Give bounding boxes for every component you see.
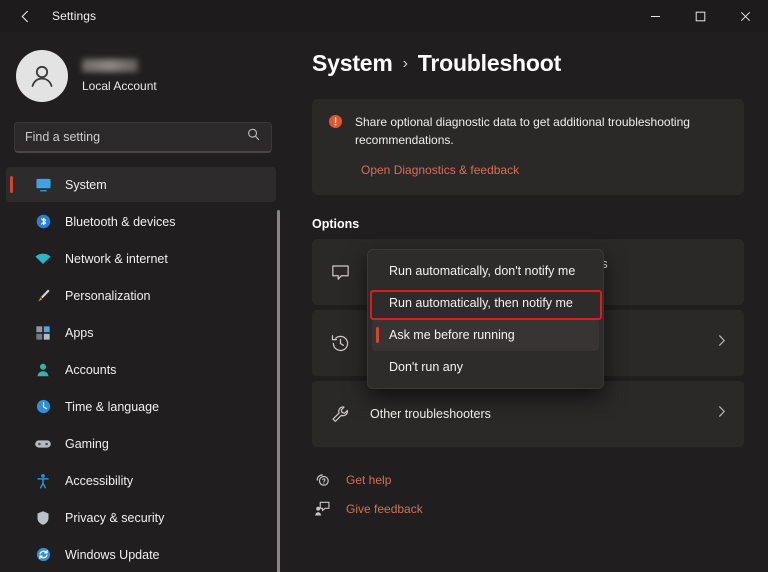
- wifi-icon: [34, 250, 52, 268]
- sidebar-item-windows-update[interactable]: Windows Update: [6, 537, 276, 572]
- breadcrumb-parent[interactable]: System: [312, 50, 393, 77]
- window-controls: [633, 0, 768, 32]
- sidebar-item-accounts[interactable]: Accounts: [6, 352, 276, 387]
- breadcrumb: System › Troubleshoot: [312, 50, 768, 77]
- sidebar-item-label: Accessibility: [65, 473, 134, 488]
- feedback-icon: [312, 500, 332, 517]
- banner-text: Share optional diagnostic data to get ad…: [355, 115, 690, 147]
- card-other-troubleshooters[interactable]: Other troubleshooters: [312, 381, 744, 447]
- give-feedback-link[interactable]: Give feedback: [312, 500, 423, 517]
- gamepad-icon: [34, 435, 52, 453]
- clock-icon: [34, 398, 52, 416]
- get-help-link[interactable]: Get help: [312, 471, 391, 488]
- sidebar-item-system[interactable]: System: [6, 167, 276, 202]
- settings-window: Settings Local Account Find a setting Sy…: [0, 0, 768, 572]
- history-clock-icon: [328, 333, 352, 354]
- breadcrumb-separator-icon: ›: [402, 54, 408, 72]
- page-title: Troubleshoot: [417, 50, 562, 76]
- sidebar-item-label: System: [65, 177, 107, 192]
- diagnostic-banner: Share optional diagnostic data to get ad…: [312, 99, 744, 195]
- sidebar-item-time-language[interactable]: Time & language: [6, 389, 276, 424]
- avatar: [16, 50, 68, 102]
- dropdown-option-label: Run automatically, then notify me: [389, 296, 573, 310]
- sidebar-scrollbar-thumb[interactable]: [277, 210, 280, 572]
- sidebar-item-gaming[interactable]: Gaming: [6, 426, 276, 461]
- shield-icon: [34, 509, 52, 527]
- search-box[interactable]: [14, 122, 272, 153]
- apps-grid-icon: [34, 324, 52, 342]
- sidebar: Local Account System: [0, 32, 288, 572]
- sidebar-item-label: Apps: [65, 325, 94, 340]
- sidebar-item-label: Personalization: [65, 288, 151, 303]
- footer-link-label: Give feedback: [346, 501, 423, 516]
- sidebar-item-privacy-security[interactable]: Privacy & security: [6, 500, 276, 535]
- sidebar-item-personalization[interactable]: Personalization: [6, 278, 276, 313]
- account-name-blurred: [82, 59, 138, 72]
- sidebar-item-label: Time & language: [65, 399, 160, 414]
- dropdown-option-label: Don't run any: [389, 360, 463, 374]
- minimize-icon: [651, 15, 660, 17]
- footer-links: Get help Give feedback: [312, 471, 768, 517]
- close-icon: [740, 11, 751, 21]
- dropdown-option-ask-me-before-running[interactable]: Ask me before running: [372, 319, 599, 351]
- sidebar-item-accessibility[interactable]: Accessibility: [6, 463, 276, 498]
- account-block[interactable]: Local Account: [16, 50, 288, 102]
- options-section-label: Options: [312, 217, 360, 231]
- monitor-icon: [34, 176, 52, 194]
- window-title: Settings: [52, 9, 97, 23]
- info-circle-icon: [328, 114, 343, 149]
- sidebar-item-label: Gaming: [65, 436, 109, 451]
- card-title: Other troubleshooters: [370, 407, 491, 421]
- dropdown-option-run-automatically-dont-notify[interactable]: Run automatically, don't notify me: [372, 255, 599, 287]
- minimize-button[interactable]: [633, 0, 678, 32]
- dropdown-option-label: Run automatically, don't notify me: [389, 264, 576, 278]
- back-arrow-icon: [21, 10, 28, 22]
- wrench-icon: [328, 404, 352, 425]
- sidebar-item-label: Privacy & security: [65, 510, 165, 525]
- sidebar-item-bluetooth-devices[interactable]: Bluetooth & devices: [6, 204, 276, 239]
- footer-link-label: Get help: [346, 472, 392, 487]
- dropdown-option-label: Ask me before running: [389, 328, 515, 342]
- title-bar: Settings: [0, 0, 768, 32]
- bluetooth-icon: [34, 213, 52, 231]
- dropdown-option-dont-run-any[interactable]: Don't run any: [372, 351, 599, 383]
- accessibility-icon: [34, 472, 52, 490]
- account-type: Local Account: [82, 79, 157, 93]
- back-button[interactable]: [6, 1, 44, 31]
- close-button[interactable]: [723, 0, 768, 32]
- paintbrush-icon: [34, 287, 52, 305]
- search-input[interactable]: [15, 130, 246, 144]
- sidebar-item-network-internet[interactable]: Network & internet: [6, 241, 276, 276]
- dropdown-option-run-automatically-then-notify[interactable]: Run automatically, then notify me: [372, 287, 599, 319]
- chat-bubble-icon: [328, 262, 352, 283]
- help-question-icon: [312, 471, 332, 488]
- sidebar-nav: System Bluetooth & devices Network & int…: [0, 167, 288, 572]
- chevron-right-icon: [715, 405, 728, 423]
- update-refresh-icon: [34, 546, 52, 564]
- sidebar-item-label: Windows Update: [65, 547, 160, 562]
- sidebar-item-label: Bluetooth & devices: [65, 214, 176, 229]
- sidebar-scrollbar[interactable]: [277, 210, 280, 572]
- person-avatar-icon: [31, 65, 53, 87]
- search-icon: [246, 127, 261, 147]
- maximize-icon: [695, 11, 706, 21]
- sidebar-item-label: Accounts: [65, 362, 117, 377]
- sidebar-item-label: Network & internet: [65, 251, 168, 266]
- sidebar-item-apps[interactable]: Apps: [6, 315, 276, 350]
- chevron-right-icon: [715, 334, 728, 352]
- person-icon: [34, 361, 52, 379]
- open-diagnostics-feedback-link[interactable]: Open Diagnostics & feedback: [361, 163, 519, 177]
- troubleshooter-preference-dropdown[interactable]: Run automatically, don't notify me Run a…: [367, 249, 604, 389]
- maximize-button[interactable]: [678, 0, 723, 32]
